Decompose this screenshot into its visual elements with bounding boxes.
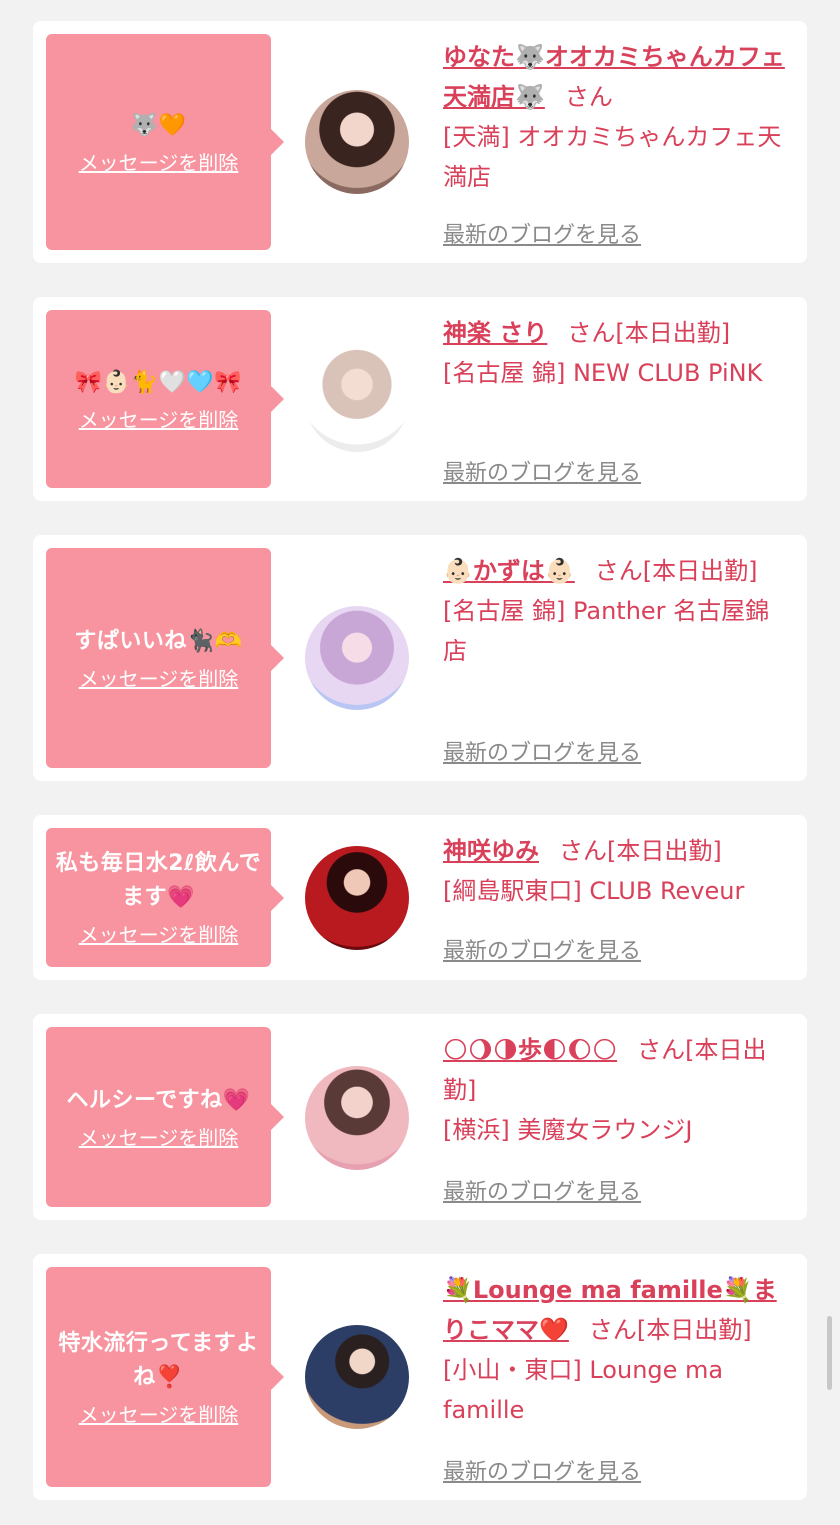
latest-blog-link[interactable]: 最新のブログを見る bbox=[443, 455, 641, 487]
delete-message-link[interactable]: メッセージを削除 bbox=[79, 1399, 239, 1428]
list-item: 🐺🧡 メッセージを削除 ゆなた🐺オオカミちゃんカフェ天満店🐺 さん [天満] オオ… bbox=[33, 21, 807, 263]
message-bubble: 私も毎日水2ℓ飲んでます💗 メッセージを削除 bbox=[46, 828, 284, 967]
shop-text: [横浜] 美魔女ラウンジJ bbox=[443, 1116, 693, 1144]
scrollbar-thumb[interactable] bbox=[827, 1316, 832, 1390]
message-bubble: 🐺🧡 メッセージを削除 bbox=[46, 34, 284, 250]
latest-blog-link[interactable]: 最新のブログを見る bbox=[443, 1174, 641, 1206]
delete-message-link[interactable]: メッセージを削除 bbox=[79, 404, 239, 433]
avatar[interactable] bbox=[305, 348, 409, 452]
shop-text: [名古屋 錦] Panther 名古屋錦店 bbox=[443, 597, 770, 665]
san-suffix: さん bbox=[564, 83, 613, 111]
message-bubble: ヘルシーですね💗 メッセージを削除 bbox=[46, 1027, 284, 1207]
user-name-link[interactable]: ゆなた🐺オオカミちゃんカフェ天満店🐺 bbox=[443, 43, 785, 111]
message-text: すぱいいね🐈‍⬛🫶 bbox=[74, 628, 243, 654]
message-bubble: 🎀👶🏻🐈🤍🩵🎀 メッセージを削除 bbox=[46, 310, 284, 488]
list-item: 特水流行ってますよね❣️ メッセージを削除 💐Lounge ma famille… bbox=[33, 1254, 807, 1500]
avatar[interactable] bbox=[305, 606, 409, 710]
message-bubble: すぱいいね🐈‍⬛🫶 メッセージを削除 bbox=[46, 548, 284, 768]
shop-text: [天満] オオカミちゃんカフェ天満店 bbox=[443, 123, 782, 191]
list-item: すぱいいね🐈‍⬛🫶 メッセージを削除 👶🏻かずは👶🏻 さん[本日出勤] [名古屋 … bbox=[33, 535, 807, 781]
list-item: 私も毎日水2ℓ飲んでます💗 メッセージを削除 神咲ゆみ さん[本日出勤] [綱島駅… bbox=[33, 815, 807, 980]
latest-blog-link[interactable]: 最新のブログを見る bbox=[443, 217, 641, 249]
user-info: 神咲ゆみ さん[本日出勤] [綱島駅東口] CLUB Reveur bbox=[443, 831, 793, 911]
user-name-link[interactable]: 🌕🌖🌗歩🌓🌔🌕 bbox=[443, 1036, 617, 1064]
shop-text: [名古屋 錦] NEW CLUB PiNK bbox=[443, 359, 763, 387]
user-info: 神楽 さり さん[本日出勤] [名古屋 錦] NEW CLUB PiNK bbox=[443, 313, 793, 393]
user-info: 🌕🌖🌗歩🌓🌔🌕 さん[本日出勤] [横浜] 美魔女ラウンジJ bbox=[443, 1030, 793, 1150]
user-name-link[interactable]: 神楽 さり bbox=[443, 319, 547, 347]
user-info: 👶🏻かずは👶🏻 さん[本日出勤] [名古屋 錦] Panther 名古屋錦店 bbox=[443, 551, 793, 671]
message-text: 特水流行ってますよね❣️ bbox=[58, 1330, 259, 1390]
user-info: ゆなた🐺オオカミちゃんカフェ天満店🐺 さん [天満] オオカミちゃんカフェ天満店 bbox=[443, 37, 793, 197]
message-text: 🐺🧡 bbox=[130, 112, 187, 138]
san-suffix: さん[本日出勤] bbox=[588, 1316, 752, 1344]
list-item: ヘルシーですね💗 メッセージを削除 🌕🌖🌗歩🌓🌔🌕 さん[本日出勤] [横浜] 美… bbox=[33, 1014, 807, 1220]
user-name-link[interactable]: 神咲ゆみ bbox=[443, 837, 539, 865]
delete-message-link[interactable]: メッセージを削除 bbox=[79, 1122, 239, 1151]
avatar[interactable] bbox=[305, 90, 409, 194]
shop-text: [小山・東口] Lounge ma famille bbox=[443, 1356, 724, 1424]
latest-blog-link[interactable]: 最新のブログを見る bbox=[443, 933, 641, 965]
delete-message-link[interactable]: メッセージを削除 bbox=[79, 147, 239, 176]
avatar[interactable] bbox=[305, 1325, 409, 1429]
delete-message-link[interactable]: メッセージを削除 bbox=[79, 663, 239, 692]
user-name-link[interactable]: 👶🏻かずは👶🏻 bbox=[443, 557, 575, 585]
avatar[interactable] bbox=[305, 846, 409, 950]
delete-message-link[interactable]: メッセージを削除 bbox=[79, 919, 239, 948]
latest-blog-link[interactable]: 最新のブログを見る bbox=[443, 735, 641, 767]
message-text: 私も毎日水2ℓ飲んでます💗 bbox=[55, 851, 262, 910]
san-suffix: さん[本日出勤] bbox=[594, 557, 758, 585]
message-text: ヘルシーですね💗 bbox=[66, 1087, 251, 1113]
message-text: 🎀👶🏻🐈🤍🩵🎀 bbox=[74, 369, 243, 395]
list-item: 🎀👶🏻🐈🤍🩵🎀 メッセージを削除 神楽 さり さん[本日出勤] [名古屋 錦] N… bbox=[33, 297, 807, 501]
user-info: 💐Lounge ma famille💐まりこママ❤️ さん[本日出勤] [小山・東… bbox=[443, 1270, 793, 1430]
san-suffix: さん[本日出勤] bbox=[567, 319, 731, 347]
shop-text: [綱島駅東口] CLUB Reveur bbox=[443, 877, 745, 905]
san-suffix: さん[本日出勤] bbox=[559, 837, 722, 865]
avatar[interactable] bbox=[305, 1066, 409, 1170]
message-bubble: 特水流行ってますよね❣️ メッセージを削除 bbox=[46, 1267, 284, 1487]
latest-blog-link[interactable]: 最新のブログを見る bbox=[443, 1454, 641, 1486]
